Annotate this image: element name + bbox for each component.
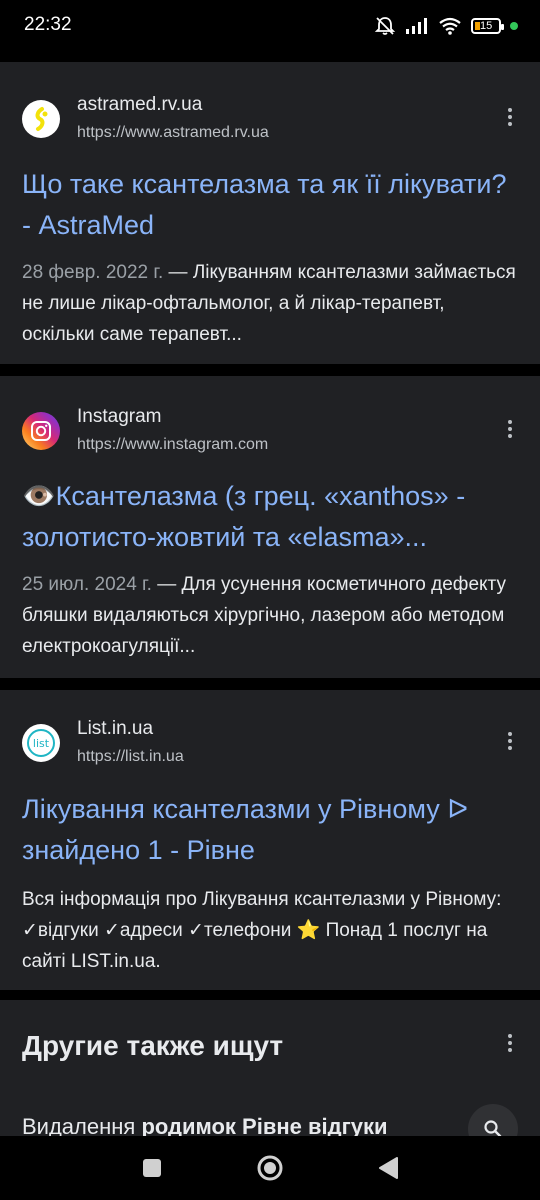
more-options-icon[interactable] [498, 1028, 522, 1058]
result-snippet: Вся інформація про Лікування ксантелазми… [22, 889, 502, 972]
result-header[interactable]: astramed.rv.ua https://www.astramed.rv.u… [22, 90, 522, 150]
wifi-icon [439, 17, 461, 35]
signal-icon [406, 18, 427, 34]
search-icon[interactable] [468, 1104, 518, 1136]
more-options-icon[interactable] [498, 102, 522, 132]
result-header[interactable]: Instagram https://www.instagram.com [22, 402, 522, 462]
site-url: https://list.in.ua [77, 748, 184, 765]
related-search-item[interactable]: Видалення родимок Рівне відгуки [22, 1114, 388, 1136]
section-title: Другие также ищут [22, 1030, 284, 1061]
status-time: 22:32 [24, 14, 72, 35]
dot-icon [510, 22, 518, 30]
recents-button[interactable] [136, 1152, 168, 1184]
instagram-icon [22, 412, 60, 450]
site-name: List.in.ua [77, 718, 154, 739]
list-favicon-icon: list [22, 724, 60, 762]
more-options-icon[interactable] [498, 726, 522, 756]
mute-icon [374, 17, 396, 35]
site-name: astramed.rv.ua [77, 94, 203, 115]
site-url: https://www.instagram.com [77, 436, 269, 453]
status-icons: 15 [374, 14, 518, 38]
result-header[interactable]: list List.in.ua https://list.in.ua [22, 714, 522, 774]
result-date: 28 февр. 2022 г. [22, 262, 164, 283]
astramed-favicon-icon [22, 100, 60, 138]
home-button[interactable] [254, 1152, 286, 1184]
battery-level: 15 [480, 20, 493, 32]
navigation-bar [0, 1136, 540, 1200]
battery-icon: 15 [471, 18, 504, 34]
search-result[interactable]: list List.in.ua https://list.in.ua Лікув… [0, 690, 540, 990]
search-result[interactable]: astramed.rv.ua https://www.astramed.rv.u… [0, 62, 540, 364]
result-snippet: 28 февр. 2022 г. — Лікуванням ксантелазм… [22, 257, 518, 350]
search-result[interactable]: Instagram https://www.instagram.com 👁️Кс… [0, 376, 540, 678]
result-title-link[interactable]: 👁️Ксантелазма (з грец. «xanthos» - золот… [22, 476, 522, 558]
site-url: https://www.astramed.rv.ua [77, 124, 269, 141]
back-button[interactable] [372, 1152, 404, 1184]
people-also-search-section: Другие также ищут Видалення родимок Рівн… [0, 1000, 540, 1136]
result-date: 25 июл. 2024 г. [22, 574, 152, 595]
result-snippet: 25 июл. 2024 г. — Для усунення косметичн… [22, 569, 518, 662]
site-name: Instagram [77, 406, 162, 427]
status-bar: 22:32 15 [0, 0, 540, 52]
result-title-link[interactable]: Що таке ксантелазма та як її лікувати? -… [22, 164, 522, 246]
result-title-link[interactable]: Лікування ксантелазми у Рівному ᐅ знайде… [22, 789, 522, 871]
svg-text:list: list [33, 737, 50, 750]
more-options-icon[interactable] [498, 414, 522, 444]
